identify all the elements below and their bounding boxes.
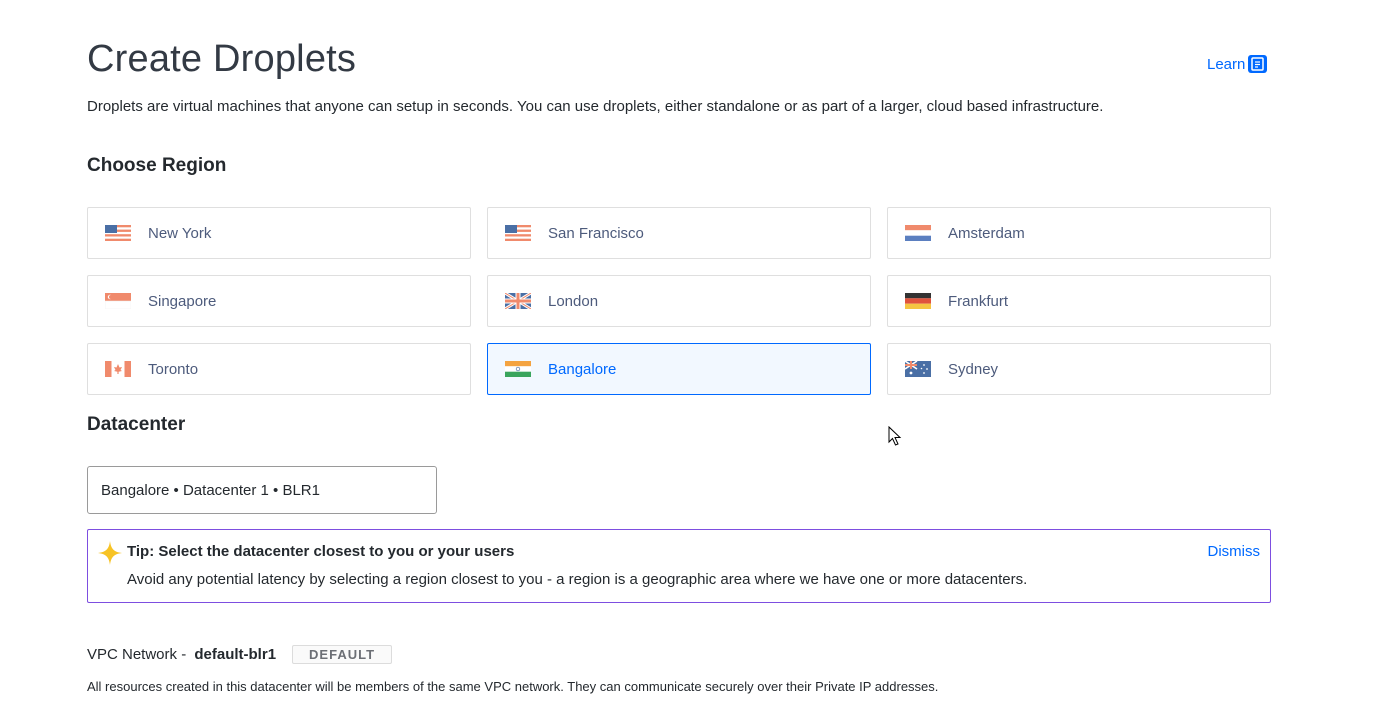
uk-flag-icon bbox=[505, 293, 531, 309]
region-option-london[interactable]: London bbox=[487, 275, 871, 327]
sparkle-icon bbox=[98, 541, 122, 565]
region-label: New York bbox=[148, 224, 212, 242]
page-title: Create Droplets bbox=[87, 38, 357, 80]
region-option-sydney[interactable]: Sydney bbox=[887, 343, 1271, 395]
vpc-prefix: VPC Network - bbox=[87, 646, 191, 663]
choose-region-heading: Choose Region bbox=[87, 155, 227, 176]
datacenter-heading: Datacenter bbox=[87, 414, 186, 435]
vpc-network-line: VPC Network - default-blr1 DEFAULT bbox=[87, 645, 393, 664]
region-option-amsterdam[interactable]: Amsterdam bbox=[887, 207, 1271, 259]
region-option-new-york[interactable]: New York bbox=[87, 207, 471, 259]
region-label: London bbox=[548, 292, 599, 310]
netherlands-flag-icon bbox=[905, 225, 931, 241]
singapore-flag-icon bbox=[105, 293, 131, 309]
vpc-default-badge: DEFAULT bbox=[292, 645, 393, 664]
region-option-san-francisco[interactable]: San Francisco bbox=[487, 207, 871, 259]
vpc-description: All resources created in this datacenter… bbox=[87, 679, 939, 694]
page-subtitle: Droplets are virtual machines that anyon… bbox=[87, 98, 1104, 115]
region-label: Amsterdam bbox=[948, 224, 1025, 242]
document-icon bbox=[1248, 55, 1268, 73]
tip-title: Tip: Select the datacenter closest to yo… bbox=[127, 543, 515, 560]
vpc-name: default-blr1 bbox=[194, 646, 277, 663]
region-option-singapore[interactable]: Singapore bbox=[87, 275, 471, 327]
region-option-toronto[interactable]: Toronto bbox=[87, 343, 471, 395]
canada-flag-icon bbox=[105, 361, 131, 377]
region-option-frankfurt[interactable]: Frankfurt bbox=[887, 275, 1271, 327]
region-option-bangalore[interactable]: Bangalore bbox=[487, 343, 871, 395]
region-label: Singapore bbox=[148, 292, 217, 310]
region-label: Bangalore bbox=[548, 360, 617, 378]
datacenter-select-value: Bangalore • Datacenter 1 • BLR1 bbox=[101, 481, 320, 499]
region-label: Toronto bbox=[148, 360, 199, 378]
datacenter-select[interactable]: Bangalore • Datacenter 1 • BLR1 bbox=[87, 466, 437, 514]
tip-body: Avoid any potential latency by selecting… bbox=[127, 571, 1028, 588]
learn-label: Learn bbox=[1207, 55, 1246, 73]
germany-flag-icon bbox=[905, 293, 931, 309]
region-grid: New York San Francisco Amsterdam Singapo… bbox=[87, 207, 1271, 395]
mouse-cursor-icon bbox=[888, 426, 902, 446]
india-flag-icon bbox=[505, 361, 531, 377]
australia-flag-icon bbox=[905, 361, 931, 377]
us-flag-icon bbox=[105, 225, 131, 241]
region-label: San Francisco bbox=[548, 224, 644, 242]
dismiss-button[interactable]: Dismiss bbox=[1208, 543, 1261, 560]
region-label: Frankfurt bbox=[948, 292, 1009, 310]
region-label: Sydney bbox=[948, 360, 999, 378]
learn-link[interactable]: Learn bbox=[1207, 55, 1268, 73]
tip-callout: Tip: Select the datacenter closest to yo… bbox=[87, 529, 1271, 603]
us-flag-icon bbox=[505, 225, 531, 241]
